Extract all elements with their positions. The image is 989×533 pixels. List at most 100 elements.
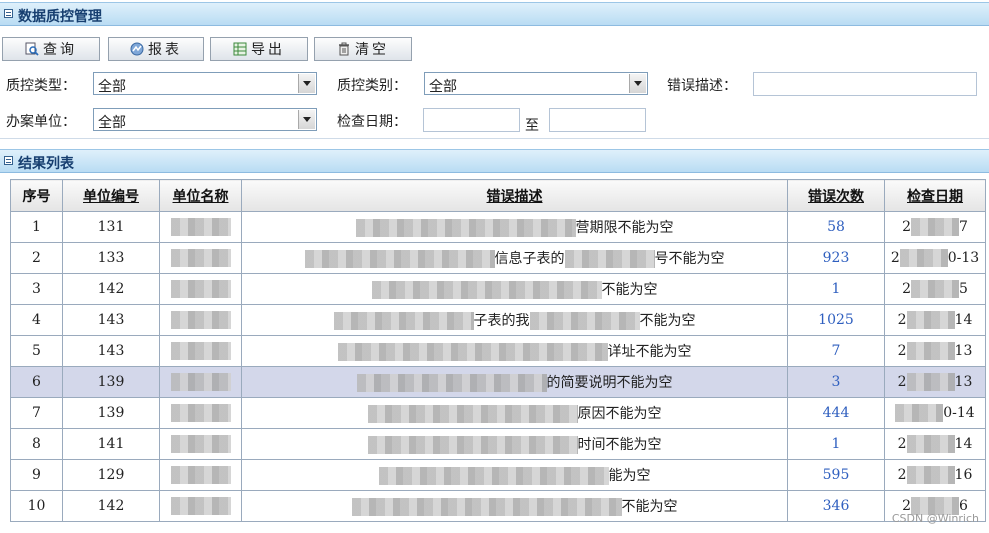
- chevron-down-icon[interactable]: [298, 74, 315, 93]
- chevron-down-icon[interactable]: [298, 110, 315, 129]
- qc-type-select[interactable]: 全部: [93, 72, 317, 95]
- cell-error-desc: 原因不能为空: [241, 397, 788, 429]
- redacted-block: [170, 249, 231, 267]
- date-prefix: 2: [897, 343, 907, 359]
- cell-unit-name: [159, 428, 242, 460]
- cell-error-count[interactable]: 7: [787, 335, 885, 367]
- cell-error-count[interactable]: 346: [787, 490, 885, 522]
- redacted-block: [899, 249, 948, 267]
- cell-unit-name: [159, 273, 242, 305]
- table-row[interactable]: 6 139 的简要说明不能为空 3 2 13: [10, 366, 986, 398]
- table-row[interactable]: 10 142 不能为空 346 2 6: [10, 490, 986, 522]
- export-label: 导出: [251, 42, 285, 58]
- col-header-error-desc[interactable]: 错误描述: [241, 179, 788, 212]
- cell-unit-code: 141: [62, 428, 160, 460]
- cell-error-count[interactable]: 1025: [787, 304, 885, 336]
- date-prefix: 2: [897, 312, 907, 328]
- date-suffix: 13: [954, 343, 973, 359]
- date-prefix: 2: [897, 467, 907, 483]
- date-prefix: 2: [902, 281, 911, 297]
- redacted-block: [170, 404, 231, 422]
- table-row[interactable]: 2 133 信息子表的 号不能为空 923 2 0-13: [10, 242, 986, 274]
- date-prefix: 2: [890, 250, 900, 266]
- table-row[interactable]: 5 143 详址不能为空 7 2 13: [10, 335, 986, 367]
- redacted-block: [378, 467, 609, 485]
- col-header-error-count[interactable]: 错误次数: [787, 179, 885, 212]
- cell-error-desc: 能为空: [241, 459, 788, 491]
- panel-collapse-icon[interactable]: [4, 9, 13, 18]
- date-suffix: 14: [954, 312, 973, 328]
- cell-no: 6: [10, 366, 63, 398]
- cell-unit-name: [159, 242, 242, 274]
- cell-unit-code: 139: [62, 397, 160, 429]
- table-header-row: 序号 单位编号 单位名称 错误描述 错误次数 检查日期: [10, 179, 986, 212]
- unit-label: 办案单位：: [6, 114, 76, 130]
- col-header-unit-name[interactable]: 单位名称: [159, 179, 242, 212]
- divider: [0, 138, 989, 139]
- qc-category-label: 质控类别：: [337, 78, 407, 94]
- redacted-block: [170, 218, 231, 236]
- date-suffix: 0-14: [943, 405, 975, 421]
- cell-error-count[interactable]: 1: [787, 273, 885, 305]
- redacted-block: [906, 435, 955, 453]
- redacted-block: [371, 281, 602, 299]
- table-row[interactable]: 4 143 子表的我 不能为空 1025 2 14: [10, 304, 986, 336]
- report-icon: [130, 42, 144, 56]
- clear-button[interactable]: 清空: [314, 37, 412, 61]
- cell-error-desc: 信息子表的 号不能为空: [241, 242, 788, 274]
- error-desc-text: 号不能为空: [654, 251, 725, 267]
- cell-error-desc: 时间不能为空: [241, 428, 788, 460]
- cell-error-count[interactable]: 595: [787, 459, 885, 491]
- clear-label: 清空: [355, 42, 389, 58]
- report-button[interactable]: 报表: [108, 37, 204, 61]
- col-header-unit-code[interactable]: 单位编号: [62, 179, 160, 212]
- cell-error-desc: 不能为空: [241, 273, 788, 305]
- redacted-block: [170, 342, 231, 360]
- trash-icon: [339, 42, 349, 56]
- check-date-label: 检查日期：: [337, 114, 407, 130]
- table-row[interactable]: 1 131 营期限不能为空 58 2 7: [10, 211, 986, 243]
- cell-unit-code: 143: [62, 304, 160, 336]
- cell-error-count[interactable]: 1: [787, 428, 885, 460]
- cell-unit-code: 133: [62, 242, 160, 274]
- date-from-input[interactable]: [423, 108, 520, 132]
- table-row[interactable]: 7 139 原因不能为空 444 0-14: [10, 397, 986, 429]
- error-desc-text: 详址不能为空: [607, 344, 692, 360]
- table-row[interactable]: 3 142 不能为空 1 2 5: [10, 273, 986, 305]
- chevron-down-icon[interactable]: [629, 74, 646, 93]
- cell-error-desc: 详址不能为空: [241, 335, 788, 367]
- error-desc-input[interactable]: [753, 72, 977, 96]
- export-button[interactable]: 导出: [210, 37, 308, 61]
- cell-error-count[interactable]: 444: [787, 397, 885, 429]
- redacted-block: [529, 312, 640, 330]
- cell-check-date: 25: [884, 273, 986, 305]
- redacted-block: [906, 466, 955, 484]
- cell-error-desc: 的简要说明不能为空: [241, 366, 788, 398]
- cell-check-date: 2 16: [884, 459, 986, 491]
- query-button[interactable]: 查询: [2, 37, 100, 61]
- cell-no: 5: [10, 335, 63, 367]
- qc-category-select[interactable]: 全部: [424, 72, 648, 95]
- col-header-check-date[interactable]: 检查日期: [884, 179, 986, 212]
- qc-category-value: 全部: [429, 79, 457, 95]
- unit-select[interactable]: 全部: [93, 108, 317, 131]
- redacted-block: [367, 405, 578, 423]
- results-header: 结果列表: [0, 149, 989, 173]
- cell-check-date: 2 14: [884, 304, 986, 336]
- date-prefix: 2: [902, 219, 911, 235]
- error-desc-text: 原因不能为空: [577, 406, 662, 422]
- results-collapse-icon[interactable]: [4, 156, 13, 165]
- cell-unit-name: [159, 366, 242, 398]
- cell-error-count[interactable]: 923: [787, 242, 885, 274]
- cell-check-date: 2 14: [884, 428, 986, 460]
- redacted-block: [911, 280, 959, 298]
- cell-error-count[interactable]: 58: [787, 211, 885, 243]
- cell-error-count[interactable]: 3: [787, 366, 885, 398]
- redacted-block: [170, 435, 231, 453]
- redacted-block: [170, 497, 231, 515]
- cell-unit-name: [159, 335, 242, 367]
- panel-title: 数据质控管理: [18, 9, 102, 25]
- date-to-input[interactable]: [549, 108, 646, 132]
- table-row[interactable]: 9 129 能为空 595 2 16: [10, 459, 986, 491]
- table-row[interactable]: 8 141 时间不能为空 1 2 14: [10, 428, 986, 460]
